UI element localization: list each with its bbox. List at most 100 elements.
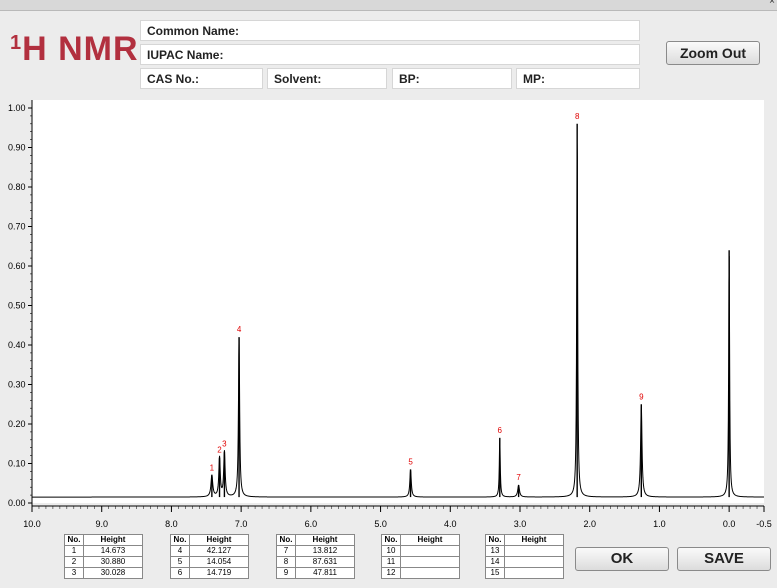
x-tick-label: 5.0 [374,519,387,529]
peak-label: 6 [498,426,503,435]
x-tick-label: 0.0 [723,519,736,529]
table-cell: 14.719 [189,567,249,579]
x-tick-label: 10.0 [23,519,41,529]
app-logo: 1H NMR [10,30,139,69]
close-icon[interactable]: × [769,0,775,7]
table-row: 1 14.673 [64,545,143,557]
table-cell: 13.812 [295,545,355,557]
table-row: 13 [485,545,564,557]
table-header-height: Height [189,534,249,546]
y-tick-label: 0.00 [8,498,26,508]
table-cell [504,567,564,579]
peak-label: 4 [237,325,242,334]
peak-label: 1 [210,463,215,472]
save-button[interactable]: SAVE [677,547,771,571]
table-row: 10 [381,545,460,557]
table-cell: 4 [170,545,190,557]
table-header-height: Height [504,534,564,546]
table-header-no: No. [276,534,296,546]
peak-table-3: No. Height 7 13.812 8 87.631 9 47.811 [276,534,355,579]
table-row: 5 14.054 [170,556,249,568]
table-cell [504,545,564,557]
table-cell: 1 [64,545,84,557]
table-cell: 6 [170,567,190,579]
table-cell: 7 [276,545,296,557]
table-cell: 11 [381,556,401,568]
peak-label: 3 [222,440,227,449]
x-tick-label: -0.5 [756,519,772,529]
table-cell: 30.028 [83,567,143,579]
table-row: 6 14.719 [170,567,249,579]
y-tick-label: 0.10 [8,459,26,469]
x-tick-label: 8.0 [165,519,178,529]
x-tick-label: 2.0 [583,519,596,529]
y-tick-label: 0.80 [8,182,26,192]
table-cell: 14 [485,556,505,568]
logo-text: H NMR [22,30,139,68]
table-cell: 14.673 [83,545,143,557]
table-cell: 14.054 [189,556,249,568]
table-cell: 15 [485,567,505,579]
peak-table-5: No. Height 13 14 15 [485,534,564,579]
table-row: 14 [485,556,564,568]
mp-field[interactable]: MP: [516,68,640,89]
x-tick-label: 1.0 [653,519,666,529]
x-tick-label: 9.0 [95,519,108,529]
zoom-out-button[interactable]: Zoom Out [666,41,760,65]
peak-label: 7 [516,473,521,482]
ok-button[interactable]: OK [575,547,669,571]
cas-no-field[interactable]: CAS No.: [140,68,263,89]
table-row: 12 [381,567,460,579]
table-cell [400,556,460,568]
table-header-no: No. [485,534,505,546]
peak-label: 9 [639,392,644,401]
y-tick-label: 0.90 [8,143,26,153]
y-tick-label: 0.30 [8,380,26,390]
table-row: 15 [485,567,564,579]
x-tick-label: 7.0 [235,519,248,529]
table-row: 9 47.811 [276,567,355,579]
y-tick-label: 0.40 [8,340,26,350]
table-cell: 9 [276,567,296,579]
table-cell [504,556,564,568]
solvent-field[interactable]: Solvent: [267,68,387,89]
table-cell: 2 [64,556,84,568]
table-row: 2 30.880 [64,556,143,568]
table-row: 4 42.127 [170,545,249,557]
table-header-no: No. [170,534,190,546]
y-tick-label: 0.70 [8,222,26,232]
plot-area [32,100,764,503]
peak-label: 8 [575,112,580,121]
common-name-field[interactable]: Common Name: [140,20,640,41]
table-cell: 47.811 [295,567,355,579]
table-cell: 87.631 [295,556,355,568]
table-cell: 12 [381,567,401,579]
table-header-height: Height [400,534,460,546]
y-tick-label: 1.00 [8,103,26,113]
peak-label: 5 [408,457,413,466]
y-tick-label: 0.20 [8,419,26,429]
x-tick-label: 4.0 [444,519,457,529]
table-cell [400,567,460,579]
table-row: 8 87.631 [276,556,355,568]
table-cell: 10 [381,545,401,557]
iupac-name-field[interactable]: IUPAC Name: [140,44,640,65]
table-header-height: Height [295,534,355,546]
logo-superscript: 1 [10,32,23,54]
table-row: 11 [381,556,460,568]
y-tick-label: 0.50 [8,301,26,311]
table-cell: 3 [64,567,84,579]
bp-field[interactable]: BP: [392,68,512,89]
table-row: 3 30.028 [64,567,143,579]
table-header-height: Height [83,534,143,546]
x-tick-label: 6.0 [305,519,318,529]
x-tick-label: 3.0 [514,519,527,529]
nmr-spectrum-chart: 0.00 0.10 0.20 0.30 0.40 0.50 0.60 0.70 0.80 0.90… [8,100,772,529]
table-cell: 8 [276,556,296,568]
table-header-no: No. [381,534,401,546]
table-cell [400,545,460,557]
table-cell: 5 [170,556,190,568]
window-titlebar: × [0,0,777,11]
table-header-no: No. [64,534,84,546]
peak-table-2: No. Height 4 42.127 5 14.054 6 14.719 [170,534,249,579]
